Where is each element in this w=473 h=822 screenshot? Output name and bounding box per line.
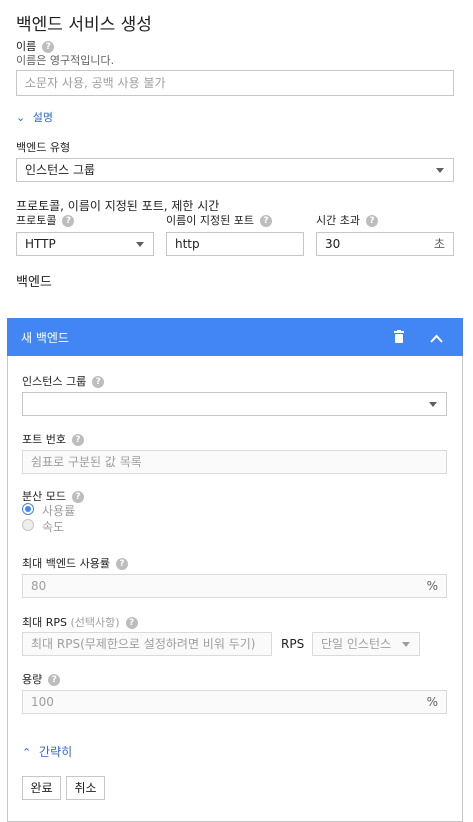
name-input-placeholder: 소문자 사용, 공백 사용 불가 — [25, 76, 166, 90]
timeout-label: 시간 초과? — [316, 212, 378, 228]
backend-type-value: 인스턴스 그룹 — [25, 163, 96, 177]
name-note: 이름은 영구적입니다. — [16, 54, 115, 67]
done-button[interactable]: 완료 — [22, 776, 61, 800]
chevron-down-icon — [136, 242, 144, 247]
description-toggle-label: 설명 — [32, 111, 53, 124]
named-port-input[interactable]: http — [166, 232, 304, 256]
protocol-label-text: 프로토콜 — [16, 214, 57, 227]
collapse-link-label: 간략히 — [39, 745, 73, 759]
capacity-label-text: 용량 — [22, 673, 43, 686]
max-utilization-label-text: 최대 백엔드 사용률 — [22, 557, 110, 570]
instance-group-label: 인스턴스 그룹? — [22, 373, 105, 389]
help-icon[interactable]: ? — [115, 558, 128, 570]
port-numbers-placeholder: 쉼표로 구분된 값 목록 — [31, 455, 142, 469]
timeout-unit: 초 — [433, 237, 445, 251]
radio-selected[interactable] — [22, 503, 34, 515]
new-backend-title: 새 백엔드 — [21, 331, 69, 345]
chevron-down-icon — [402, 642, 410, 647]
max-rps-label: 최대 RPS (선택사항)? — [22, 614, 138, 630]
timeout-input[interactable]: 30 초 — [316, 232, 454, 256]
rps-scope-value: 단일 인스턴스 — [321, 637, 392, 651]
protocol-select[interactable]: HTTP — [16, 232, 154, 256]
percent-unit: % — [426, 579, 438, 593]
help-icon[interactable]: ? — [365, 215, 378, 227]
help-icon[interactable]: ? — [71, 434, 84, 446]
chevron-up-icon[interactable] — [430, 332, 443, 343]
cancel-button[interactable]: 취소 — [66, 776, 105, 800]
backends-heading: 백엔드 — [16, 275, 52, 290]
max-rps-label-text: 최대 RPS — [22, 616, 67, 629]
balancing-option-label: 속도 — [42, 520, 65, 534]
port-numbers-label: 포트 번호? — [22, 431, 84, 447]
chevron-up-icon: ⌃ — [22, 746, 32, 759]
max-rps-optional: (선택사항) — [70, 616, 120, 629]
radio-dot — [25, 506, 31, 512]
max-rps-input[interactable]: 최대 RPS(무제한으로 설정하려면 비워 두기) — [22, 632, 272, 656]
max-utilization-label: 최대 백엔드 사용률? — [22, 555, 128, 571]
rps-unit-label: RPS — [281, 637, 305, 651]
named-port-label-text: 이름이 지정된 포트 — [166, 214, 254, 227]
percent-unit: % — [426, 695, 438, 709]
named-port-value: http — [175, 237, 200, 251]
named-port-label: 이름이 지정된 포트? — [166, 212, 272, 228]
help-icon[interactable]: ? — [125, 617, 138, 629]
protocol-value: HTTP — [25, 237, 56, 251]
protocol-label: 프로토콜? — [16, 212, 75, 228]
capacity-value: 100 — [31, 695, 54, 709]
page-title: 백엔드 서비스 생성 — [16, 15, 152, 35]
description-toggle[interactable]: ⌄ 설명 — [16, 109, 53, 125]
radio-unselected[interactable] — [22, 519, 34, 531]
backend-type-label: 백엔드 유형 — [16, 141, 71, 154]
trash-icon[interactable] — [394, 330, 404, 343]
max-utilization-input[interactable]: 80 % — [22, 574, 447, 598]
capacity-label: 용량? — [22, 671, 61, 687]
balancing-option-label: 사용률 — [42, 504, 76, 518]
chevron-down-icon — [436, 168, 444, 173]
capacity-input[interactable]: 100 % — [22, 690, 447, 714]
rps-scope-select[interactable]: 단일 인스턴스 — [312, 632, 420, 656]
port-numbers-label-text: 포트 번호 — [22, 433, 66, 446]
timeout-value: 30 — [325, 237, 341, 251]
timeout-label-text: 시간 초과 — [316, 214, 360, 227]
help-icon[interactable]: ? — [62, 215, 75, 227]
max-utilization-value: 80 — [31, 579, 47, 593]
chevron-down-icon: ⌄ — [16, 111, 26, 124]
instance-group-select[interactable] — [22, 392, 447, 416]
port-numbers-input[interactable]: 쉼표로 구분된 값 목록 — [22, 450, 447, 474]
new-backend-header[interactable]: 새 백엔드 — [7, 318, 463, 356]
max-rps-placeholder: 최대 RPS(무제한으로 설정하려면 비워 두기) — [31, 637, 256, 651]
backend-type-select[interactable]: 인스턴스 그룹 — [16, 158, 454, 182]
collapse-link[interactable]: ⌃ 간략히 — [22, 743, 72, 760]
instance-group-label-text: 인스턴스 그룹 — [22, 375, 87, 388]
help-icon[interactable]: ? — [92, 376, 105, 388]
chevron-down-icon — [429, 402, 437, 407]
name-input[interactable]: 소문자 사용, 공백 사용 불가 — [16, 70, 454, 96]
help-icon[interactable]: ? — [259, 215, 272, 227]
help-icon[interactable]: ? — [48, 674, 61, 686]
